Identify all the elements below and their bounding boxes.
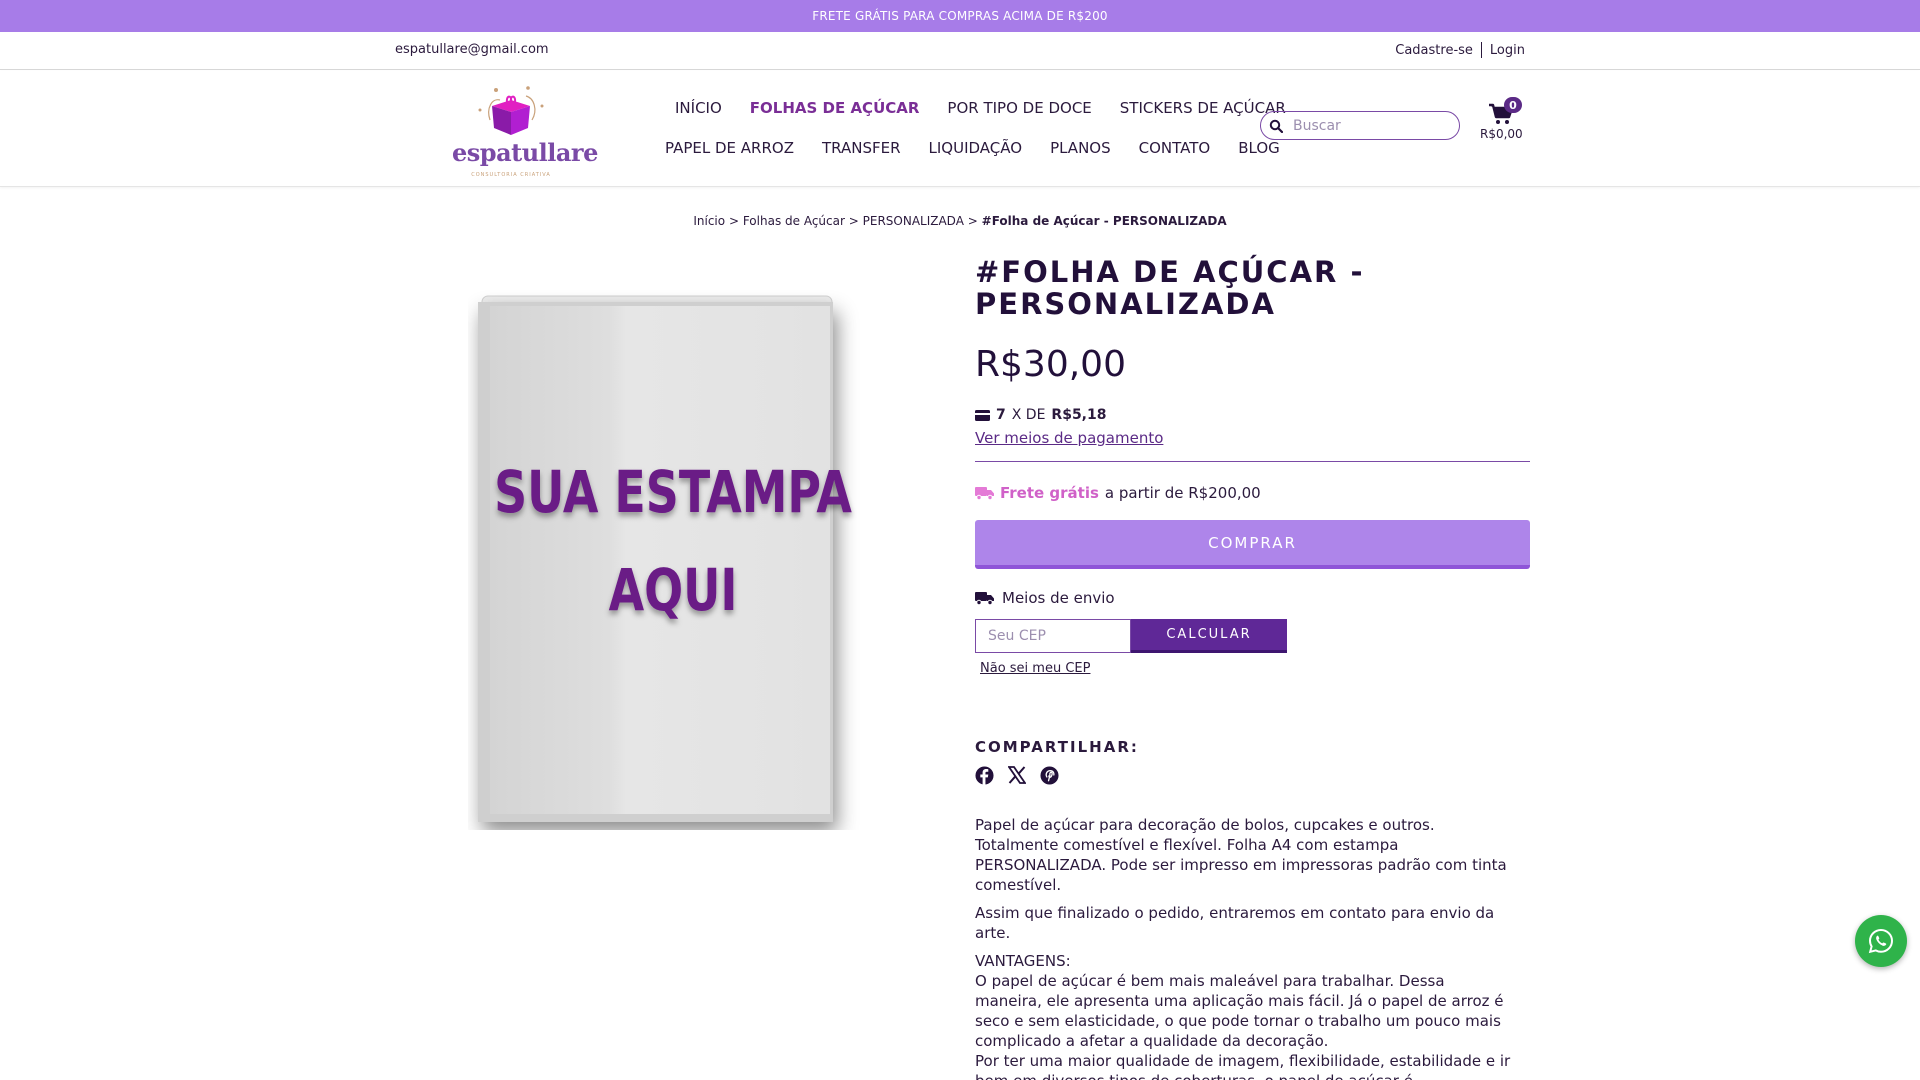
description-paragraph: Papel de açúcar para decoração de bolos,… <box>975 816 1507 894</box>
cart-total: R$0,00 <box>1480 127 1523 141</box>
credit-card-icon <box>975 409 990 421</box>
nav-item-blog[interactable]: BLOG <box>1238 139 1280 157</box>
nav-item-planos[interactable]: PLANOS <box>1050 139 1111 157</box>
nav-item-por-tipo-de-doce[interactable]: POR TIPO DE DOCE <box>947 99 1091 117</box>
utility-bar: espatullare@gmail.com Cadastre-se Login <box>0 32 1920 70</box>
logo[interactable]: espatullare CONSULTORIA CRIATIVA <box>452 80 598 180</box>
logo-tagline: CONSULTORIA CRIATIVA <box>471 172 551 178</box>
nav-item-transfer[interactable]: TRANSFER <box>822 139 901 157</box>
shipping-methods: Meios de envio <box>975 589 1530 607</box>
search-icon[interactable] <box>1269 119 1283 133</box>
description-paragraph: Assim que finalizado o pedido, entraremo… <box>975 904 1495 942</box>
divider <box>975 461 1530 462</box>
description-paragraph: O papel de açúcar é bem mais maleável pa… <box>975 972 1504 1050</box>
share-icons <box>975 766 1530 785</box>
product-info: #Folha de Açúcar - PERSONALIZADA R$30,00… <box>975 256 1530 1080</box>
product-image[interactable]: SUA ESTAMPA AQUI <box>468 290 863 830</box>
payment-methods-link[interactable]: Ver meios de pagamento <box>975 429 1163 447</box>
free-shipping-note: Frete grátis a partir de R$200,00 <box>975 484 1530 502</box>
nav-item-stickers-de-acucar[interactable]: STICKERS DE AÇÚCAR <box>1120 99 1286 117</box>
whatsapp-button[interactable] <box>1855 915 1907 967</box>
register-link[interactable]: Cadastre-se <box>1395 43 1473 58</box>
product-photo: SUA ESTAMPA AQUI <box>478 295 852 822</box>
promo-text: FRETE GRÁTIS PARA COMPRAS ACIMA DE R$200 <box>812 9 1108 23</box>
share-title: COMPARTILHAR: <box>975 738 1139 756</box>
contact-email[interactable]: espatullare@gmail.com <box>395 42 549 57</box>
search-box <box>1260 111 1460 140</box>
login-link[interactable]: Login <box>1490 43 1525 58</box>
nav-item-papel-de-arroz[interactable]: PAPEL DE ARROZ <box>665 139 794 157</box>
breadcrumb-item-personalizada[interactable]: PERSONALIZADA <box>863 214 964 228</box>
advantages-title: VANTAGENS: <box>975 952 1071 970</box>
nav-item-inicio[interactable]: INÍCIO <box>675 99 722 117</box>
cep-input[interactable] <box>975 619 1131 653</box>
facebook-icon[interactable] <box>975 766 994 785</box>
cart-button[interactable]: 0 R$0,00 <box>1478 97 1523 141</box>
whatsapp-icon <box>1868 928 1894 954</box>
cep-calculator: CALCULAR <box>975 619 1530 653</box>
installments-separator: X DE <box>1011 407 1046 423</box>
main-nav-row-1: INÍCIO FOLHAS DE AÇÚCAR POR TIPO DE DOCE… <box>675 99 1286 117</box>
nav-item-folhas-de-acucar[interactable]: FOLHAS DE AÇÚCAR <box>750 99 920 117</box>
nav-item-liquidacao[interactable]: LIQUIDAÇÃO <box>929 139 1023 157</box>
pinterest-icon[interactable] <box>1040 766 1059 785</box>
breadcrumb-separator: > <box>967 214 978 228</box>
breadcrumb-item-folhas[interactable]: Folhas de Açúcar <box>743 214 845 228</box>
account-links: Cadastre-se Login <box>1395 42 1525 58</box>
installments-value: R$5,18 <box>1051 407 1107 423</box>
nav-item-contato[interactable]: CONTATO <box>1139 139 1211 157</box>
logo-wordmark: espatullare <box>452 138 598 167</box>
search-input[interactable] <box>1293 117 1443 134</box>
installments-count: 7 <box>996 407 1006 423</box>
site-header: espatullare CONSULTORIA CRIATIVA INÍCIO … <box>0 71 1920 187</box>
product-description: Papel de açúcar para decoração de bolos,… <box>975 815 1515 1080</box>
cart-count-badge: 0 <box>1504 97 1522 113</box>
shipping-methods-label: Meios de envio <box>1002 589 1115 607</box>
breadcrumb-current: #Folha de Açúcar - PERSONALIZADA <box>981 214 1227 228</box>
product-price: R$30,00 <box>975 344 1126 385</box>
breadcrumb-separator: > <box>848 214 859 228</box>
calculate-shipping-button[interactable]: CALCULAR <box>1131 619 1287 653</box>
breadcrumb-item-inicio[interactable]: Início <box>693 214 725 228</box>
image-text-line-2: AQUI <box>609 556 738 624</box>
truck-icon <box>975 592 994 605</box>
main-nav-row-2: PAPEL DE ARROZ TRANSFER LIQUIDAÇÃO PLANO… <box>665 139 1280 157</box>
truck-icon <box>975 487 994 500</box>
free-shipping-label: Frete grátis <box>1000 484 1099 502</box>
cep-unknown-link[interactable]: Não sei meu CEP <box>980 661 1090 676</box>
promo-bar: FRETE GRÁTIS PARA COMPRAS ACIMA DE R$200 <box>0 0 1920 32</box>
x-twitter-icon[interactable] <box>1008 766 1026 785</box>
free-shipping-threshold: a partir de R$200,00 <box>1104 484 1261 502</box>
breadcrumb: Início > Folhas de Açúcar > PERSONALIZAD… <box>0 214 1920 228</box>
gift-box-icon <box>478 86 544 135</box>
product-title: #Folha de Açúcar - PERSONALIZADA <box>975 255 1365 321</box>
installments: 7 X DE R$5,18 <box>975 407 1530 423</box>
image-text-line-1: SUA ESTAMPA <box>494 458 852 526</box>
breadcrumb-separator: > <box>728 214 739 228</box>
buy-button[interactable]: COMPRAR <box>975 520 1530 569</box>
divider <box>1480 42 1482 58</box>
description-paragraph: Por ter uma maior qualidade de imagem, f… <box>975 1052 1511 1080</box>
